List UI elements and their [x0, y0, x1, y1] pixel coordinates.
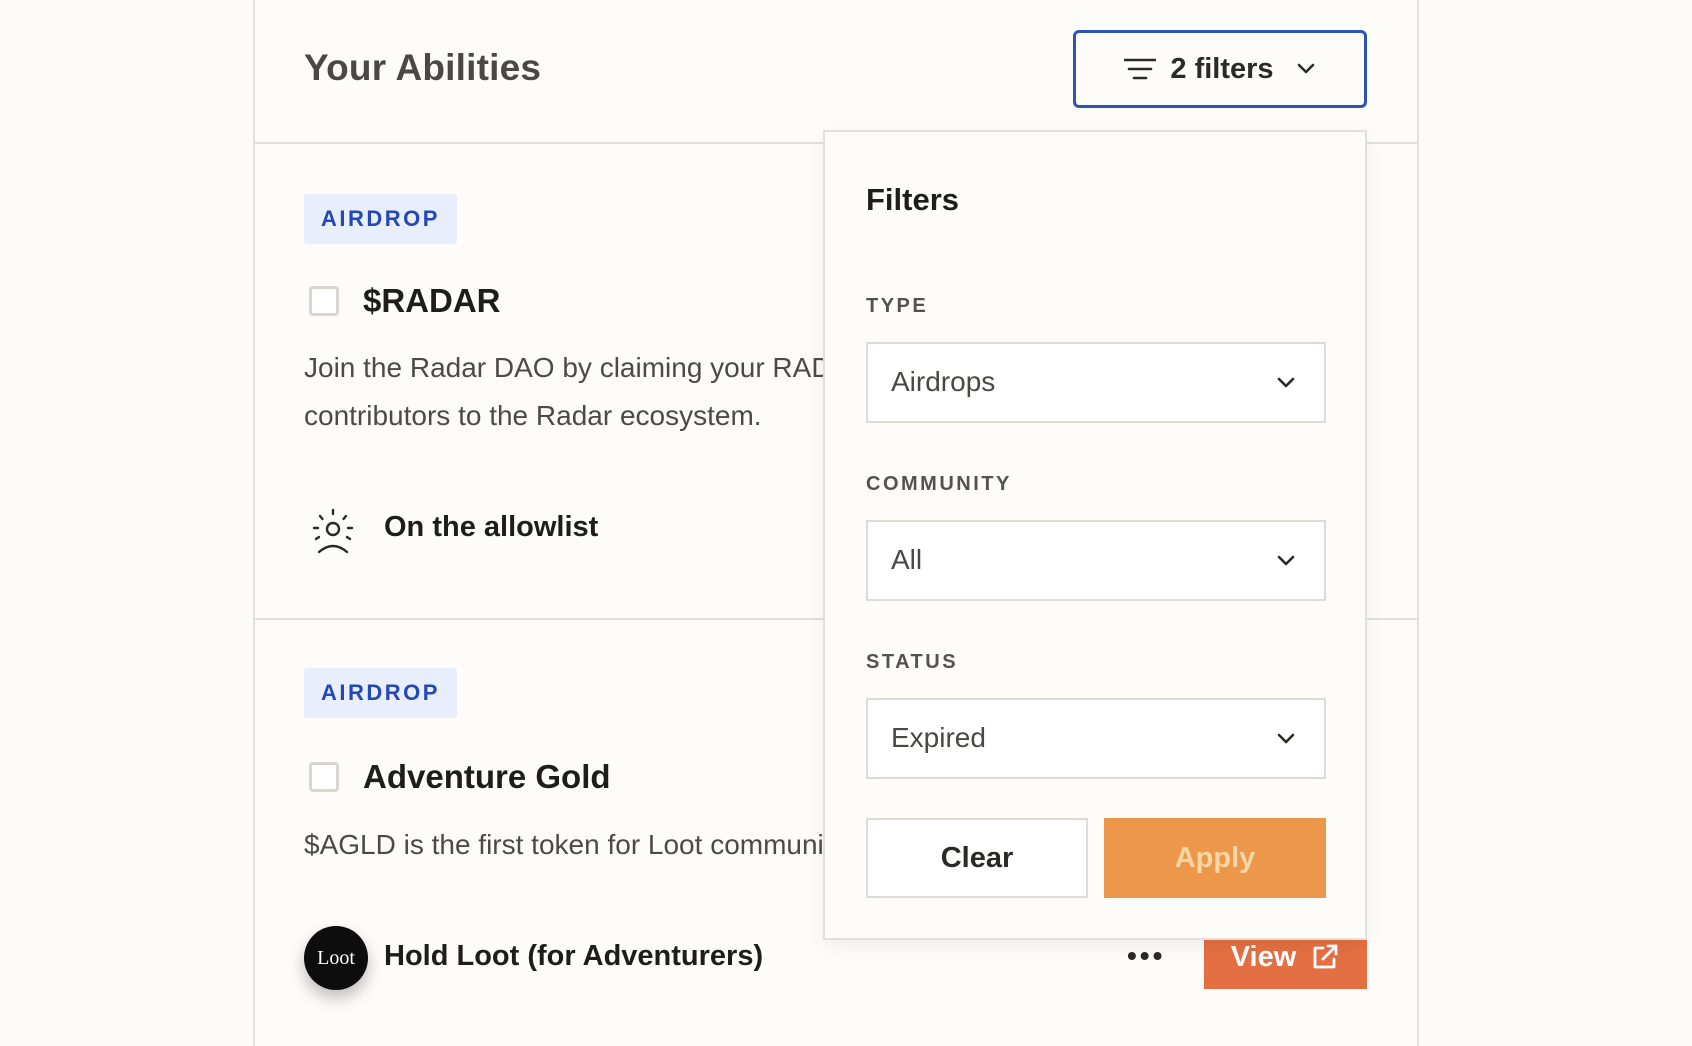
ability-checkbox[interactable] [309, 762, 339, 792]
type-badge: AIRDROP [304, 668, 457, 718]
status-select-value: Expired [891, 722, 986, 753]
type-badge: AIRDROP [304, 194, 457, 244]
filters-title: Filters [866, 182, 960, 217]
status-label: STATUS [866, 651, 959, 673]
filters-button[interactable]: 2 filters [1073, 30, 1367, 108]
requirement-label: On the allowlist [384, 511, 599, 543]
type-select-value: Airdrops [891, 366, 996, 397]
ability-description-line: $AGLD is the first token for Loot commun… [304, 829, 824, 860]
filters-button-label: 2 filters [1170, 52, 1274, 85]
ability-description-line: contributors to the Radar ecosystem. [304, 400, 762, 431]
person-sparkle-icon [312, 508, 354, 554]
ability-title: $RADAR [363, 282, 501, 319]
type-label: TYPE [866, 295, 929, 317]
ability-checkbox[interactable] [309, 286, 339, 316]
panel-header: Your Abilities 2 filters [255, 0, 1417, 144]
community-label: COMMUNITY [866, 473, 1012, 495]
chevron-down-icon [1297, 63, 1314, 74]
chevron-down-icon [1277, 733, 1295, 744]
ability-title: Adventure Gold [363, 758, 611, 795]
chevron-down-icon [1277, 555, 1295, 566]
filters-popover: Filters TYPE Airdrops COMMUNITY All STAT… [823, 130, 1367, 940]
chevron-down-icon [1277, 377, 1295, 388]
status-select[interactable]: Expired [866, 698, 1326, 779]
more-options-icon[interactable]: ••• [1127, 940, 1165, 972]
view-button-label: View [1230, 940, 1297, 973]
community-select[interactable]: All [866, 520, 1326, 601]
apply-button[interactable]: Apply [1104, 818, 1326, 898]
external-link-icon [1313, 944, 1338, 969]
loot-avatar: Loot [304, 926, 368, 990]
requirement-label: Hold Loot (for Adventurers) [384, 940, 764, 972]
filter-lines-icon [1124, 58, 1157, 80]
ability-description-line: Join the Radar DAO by claiming your RADA… [304, 352, 824, 383]
type-select[interactable]: Airdrops [866, 342, 1326, 423]
clear-button[interactable]: Clear [866, 818, 1088, 898]
page-title: Your Abilities [304, 47, 542, 88]
community-select-value: All [891, 544, 923, 575]
